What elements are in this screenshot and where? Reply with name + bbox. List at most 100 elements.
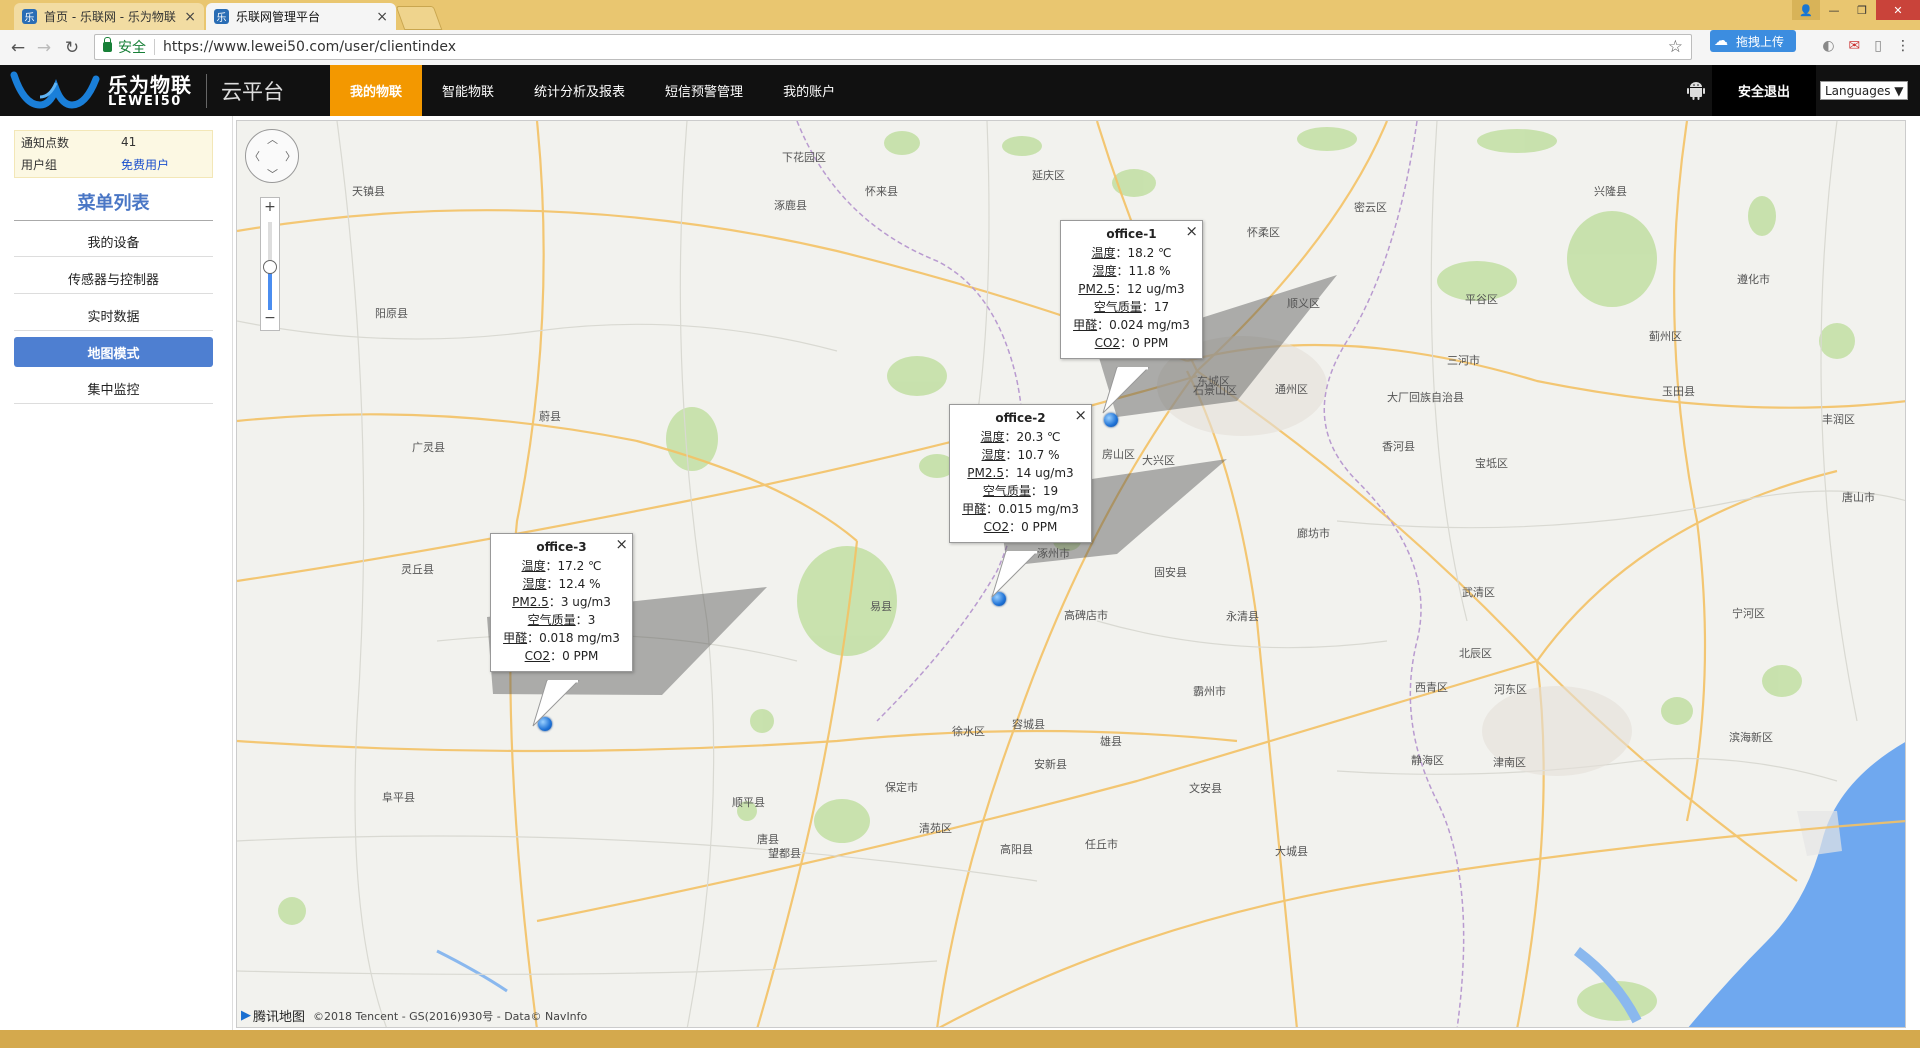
infowindow-close-icon[interactable]: × bbox=[1074, 406, 1087, 424]
window-close-icon[interactable]: ✕ bbox=[1876, 0, 1920, 20]
nav-statistics-reports[interactable]: 统计分析及报表 bbox=[514, 65, 645, 116]
browser-tab-platform[interactable]: 乐 乐联网管理平台 × bbox=[206, 3, 396, 30]
logout-button[interactable]: 安全退出 bbox=[1712, 65, 1816, 116]
url-text: https://www.lewei50.com/user/clientindex bbox=[163, 39, 457, 55]
reading-label[interactable]: PM2.5 bbox=[967, 466, 1004, 480]
reading-separator: ： bbox=[1005, 448, 1018, 462]
reading-label[interactable]: PM2.5 bbox=[1078, 282, 1115, 296]
reading-co2: CO2：0 PPM bbox=[493, 647, 630, 665]
reading-label[interactable]: 空气质量 bbox=[1094, 300, 1142, 314]
reading-value: 17.2 ℃ bbox=[557, 559, 602, 573]
reading-air-quality: 空气质量：17 bbox=[1063, 298, 1200, 316]
reading-label[interactable]: CO2 bbox=[984, 520, 1009, 534]
cloud-icon: ☁ bbox=[1714, 33, 1728, 49]
extension-icon[interactable]: ✉ bbox=[1849, 38, 1861, 54]
reading-value: 20.3 ℃ bbox=[1016, 430, 1061, 444]
reading-label[interactable]: PM2.5 bbox=[512, 595, 549, 609]
reading-separator: ： bbox=[1141, 300, 1154, 314]
reading-label[interactable]: CO2 bbox=[1095, 336, 1120, 350]
forward-arrow-icon[interactable]: → bbox=[34, 38, 54, 58]
extension-icon[interactable]: ▯ bbox=[1874, 38, 1882, 54]
user-profile-icon[interactable]: 👤 bbox=[1792, 0, 1820, 20]
reading-value: 17 bbox=[1153, 300, 1170, 314]
info-key: 用户组 bbox=[21, 157, 58, 172]
device-infowindow-office-2: × office-2 温度：20.3 ℃ 湿度：10.7 % PM2.5：14 … bbox=[949, 404, 1092, 598]
reading-label[interactable]: CO2 bbox=[525, 649, 550, 663]
map-canvas[interactable]: 下花园区 延庆区 天镇县 怀来县 涿鹿县 怀柔区 密云区 兴隆县 阳原县 顺义区 平谷区 遵化市 蓟州区… bbox=[236, 120, 1906, 1028]
reading-label[interactable]: 甲醛 bbox=[962, 502, 986, 516]
reading-label[interactable]: 温度 bbox=[1091, 246, 1115, 260]
new-tab-button[interactable] bbox=[395, 6, 443, 30]
infowindow-pointer bbox=[532, 680, 580, 727]
nav-my-iot[interactable]: 我的物联 bbox=[330, 65, 423, 116]
sidebar-item-realtime-data[interactable]: 实时数据 bbox=[14, 300, 213, 331]
reading-temperature: 温度：17.2 ℃ bbox=[493, 557, 630, 575]
extension-icon[interactable]: ◐ bbox=[1822, 38, 1834, 54]
language-select[interactable]: Languages ▼ bbox=[1820, 81, 1908, 100]
reading-formaldehyde: 甲醛：0.015 mg/m3 bbox=[952, 500, 1089, 518]
brand-en: LEWEI50 bbox=[108, 93, 182, 109]
nav-my-account[interactable]: 我的账户 bbox=[763, 65, 855, 116]
tab-close-icon[interactable]: × bbox=[376, 9, 388, 25]
reading-pm25: PM2.5：14 ug/m3 bbox=[952, 464, 1089, 482]
reading-label[interactable]: 空气质量 bbox=[528, 613, 576, 627]
reading-label[interactable]: 温度 bbox=[521, 559, 545, 573]
sidebar-item-central-monitoring[interactable]: 集中监控 bbox=[14, 373, 213, 404]
reading-value: 12.4 % bbox=[558, 577, 601, 591]
reading-pm25: PM2.5：3 ug/m3 bbox=[493, 593, 630, 611]
reading-label[interactable]: 甲醛 bbox=[1073, 318, 1097, 332]
info-row-user-group: 用户组 免费用户 bbox=[15, 153, 212, 175]
minimize-icon[interactable]: — bbox=[1820, 0, 1848, 20]
device-name: office-1 bbox=[1106, 227, 1157, 241]
reading-label[interactable]: 温度 bbox=[980, 430, 1004, 444]
tab-title: 乐联网管理平台 bbox=[236, 10, 321, 24]
infowindow-close-icon[interactable]: × bbox=[1185, 222, 1198, 240]
reading-label[interactable]: 甲醛 bbox=[503, 631, 527, 645]
upload-extension-button[interactable]: ☁ 拖拽上传 bbox=[1710, 30, 1796, 52]
reading-separator: ： bbox=[1009, 520, 1022, 534]
reading-separator: ： bbox=[548, 595, 561, 609]
bookmark-star-icon[interactable]: ☆ bbox=[1668, 37, 1683, 57]
restore-icon[interactable]: ❐ bbox=[1848, 0, 1876, 20]
tencent-map-logo[interactable]: ▶ 腾讯地图 bbox=[241, 1006, 305, 1025]
lock-icon bbox=[103, 37, 112, 52]
reading-separator: ： bbox=[1115, 246, 1128, 260]
nav-smart-iot[interactable]: 智能物联 bbox=[422, 65, 514, 116]
sidebar-item-my-devices[interactable]: 我的设备 bbox=[14, 226, 213, 257]
reading-value: 0 PPM bbox=[1132, 336, 1169, 350]
info-value: 41 bbox=[121, 135, 137, 149]
reading-formaldehyde: 甲醛：0.018 mg/m3 bbox=[493, 629, 630, 647]
brand-text: 乐为物联 LEWEI50 bbox=[108, 75, 192, 108]
reading-label[interactable]: 湿度 bbox=[1093, 264, 1117, 278]
reading-humidity: 湿度：11.8 % bbox=[1063, 262, 1200, 280]
site-logo[interactable]: 乐为物联 LEWEI50 云平台 bbox=[10, 69, 310, 113]
infowindow-close-icon[interactable]: × bbox=[615, 535, 628, 553]
url-field[interactable]: 安全 https://www.lewei50.com/user/clientin… bbox=[94, 34, 1692, 60]
sidebar: 通知点数 41 用户组 免费用户 菜单列表 我的设备 传感器与控制器 实时数据 … bbox=[0, 116, 233, 1048]
reading-humidity: 湿度：10.7 % bbox=[952, 446, 1089, 464]
sidebar-item-sensors-controllers[interactable]: 传感器与控制器 bbox=[14, 263, 213, 294]
back-arrow-icon[interactable]: ← bbox=[8, 38, 28, 58]
browser-tab-home[interactable]: 乐 首页 - 乐联网 - 乐为物联 × bbox=[14, 3, 204, 30]
user-group-link[interactable]: 免费用户 bbox=[121, 156, 169, 173]
browser-menu-icon[interactable]: ⋮ bbox=[1896, 38, 1910, 54]
sidebar-menu: 我的设备 传感器与控制器 实时数据 地图模式 集中监控 bbox=[14, 226, 213, 410]
info-key: 通知点数 bbox=[21, 135, 70, 150]
reading-value: 3 bbox=[587, 613, 596, 627]
reading-separator: ： bbox=[1120, 336, 1133, 350]
map-attribution: ▶ 腾讯地图 ©2018 Tencent - GS(2016)930号 - Dat… bbox=[241, 1006, 587, 1025]
tab-close-icon[interactable]: × bbox=[184, 9, 196, 25]
android-icon[interactable] bbox=[1685, 79, 1707, 101]
reading-label[interactable]: 湿度 bbox=[982, 448, 1006, 462]
address-bar-row: ← → ↻ 安全 https://www.lewei50.com/user/cl… bbox=[0, 30, 1920, 66]
nav-sms-alerts[interactable]: 短信预警管理 bbox=[645, 65, 763, 116]
sidebar-item-map-mode[interactable]: 地图模式 bbox=[14, 337, 213, 367]
reading-label[interactable]: 湿度 bbox=[523, 577, 547, 591]
device-name: office-3 bbox=[536, 540, 587, 554]
device-marker-office-1[interactable] bbox=[1104, 413, 1118, 427]
reading-temperature: 温度：20.3 ℃ bbox=[952, 428, 1089, 446]
secure-label: 安全 bbox=[118, 40, 146, 56]
reading-label[interactable]: 空气质量 bbox=[983, 484, 1031, 498]
reload-icon[interactable]: ↻ bbox=[62, 38, 82, 58]
reading-humidity: 湿度：12.4 % bbox=[493, 575, 630, 593]
